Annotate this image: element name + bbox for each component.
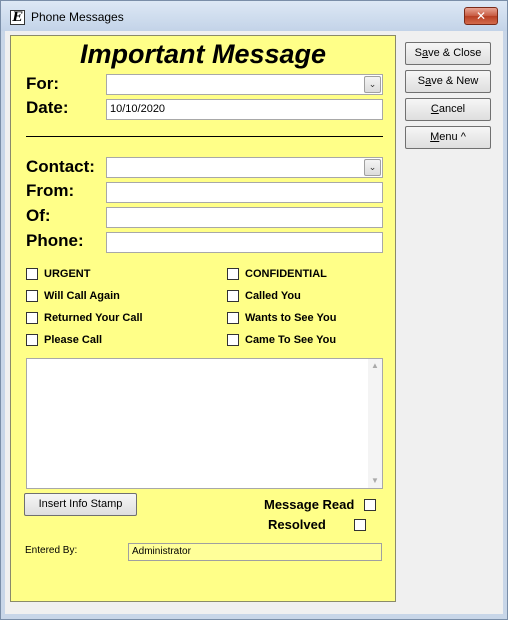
checkbox-please-call[interactable]: Please Call: [26, 334, 102, 346]
cancel-button[interactable]: Cancel: [405, 98, 491, 121]
checkbox-box[interactable]: [26, 290, 38, 302]
title-bar: E Phone Messages ✕: [1, 1, 507, 31]
date-label: Date:: [26, 98, 69, 117]
checkbox-label: Wants to See You: [245, 312, 337, 324]
of-field[interactable]: [106, 207, 383, 228]
resolved-row[interactable]: Resolved: [268, 517, 372, 532]
app-icon: E: [10, 10, 25, 25]
client-area: Important Message For: ⌄ Date: 10/10/202…: [5, 31, 503, 614]
save-new-label-pre: S: [417, 75, 426, 87]
message-read-row[interactable]: Message Read: [264, 497, 382, 512]
save-close-label-post: ve & Close: [428, 47, 482, 59]
checkbox-label: Came To See You: [245, 334, 337, 346]
checkbox-box[interactable]: [26, 268, 38, 280]
close-button[interactable]: ✕: [464, 7, 498, 25]
cancel-label-post: ancel: [438, 103, 466, 115]
phone-label: Phone:: [26, 231, 84, 250]
contact-label: Contact:: [26, 157, 95, 176]
message-body-textarea[interactable]: ▲ ▼: [26, 358, 383, 489]
for-combobox[interactable]: ⌄: [106, 74, 383, 95]
checkbox-called-you[interactable]: Called You: [227, 290, 301, 302]
checkbox-urgent[interactable]: URGENT: [26, 268, 90, 280]
date-field[interactable]: 10/10/2020: [106, 99, 383, 120]
checkbox-box[interactable]: [26, 334, 38, 346]
checkbox-label: Please Call: [44, 334, 103, 346]
scroll-up-icon[interactable]: ▲: [368, 359, 382, 373]
save-close-button[interactable]: Save & Close: [405, 42, 491, 65]
for-label: For:: [26, 74, 60, 93]
checkbox-box[interactable]: [227, 290, 239, 302]
checkbox-box[interactable]: [26, 312, 38, 324]
entered-by-label: Entered By:: [25, 545, 78, 556]
checkbox-returned-your-call[interactable]: Returned Your Call: [26, 312, 143, 324]
from-field[interactable]: [106, 182, 383, 203]
resolved-label: Resolved: [268, 517, 326, 532]
checkbox-wants-to-see-you[interactable]: Wants to See You: [227, 312, 336, 324]
message-form: Important Message For: ⌄ Date: 10/10/202…: [10, 35, 396, 602]
of-label: Of:: [26, 206, 51, 225]
checkbox-box[interactable]: [227, 268, 239, 280]
menu-accelerator: M: [430, 131, 440, 143]
checkbox-came-to-see-you[interactable]: Came To See You: [227, 334, 336, 346]
insert-info-stamp-button[interactable]: Insert Info Stamp: [24, 493, 137, 516]
contact-combobox[interactable]: ⌄: [106, 157, 383, 178]
menu-button[interactable]: Menu ^: [405, 126, 491, 149]
save-new-label-post: ve & New: [431, 75, 479, 87]
cancel-accelerator: C: [430, 103, 439, 115]
checkbox-label: CONFIDENTIAL: [245, 268, 327, 280]
checkbox-label: URGENT: [44, 268, 91, 280]
checkbox-label: Returned Your Call: [44, 312, 143, 324]
resolved-checkbox[interactable]: [353, 518, 366, 531]
save-new-button[interactable]: Save & New: [405, 70, 491, 93]
vertical-scrollbar[interactable]: ▲ ▼: [368, 359, 382, 488]
chevron-down-icon[interactable]: ⌄: [364, 159, 381, 176]
menu-label-post: enu ^: [439, 131, 466, 143]
save-close-label-pre: S: [414, 47, 422, 59]
checkbox-box[interactable]: [227, 334, 239, 346]
divider: [26, 136, 383, 137]
chevron-down-icon[interactable]: ⌄: [364, 76, 381, 93]
message-read-checkbox[interactable]: [364, 498, 377, 511]
scroll-down-icon[interactable]: ▼: [368, 474, 382, 488]
from-label: From:: [26, 181, 75, 200]
phone-field[interactable]: [106, 232, 383, 253]
checkbox-will-call-again[interactable]: Will Call Again: [26, 290, 120, 302]
phone-messages-window: E Phone Messages ✕ Important Message For…: [0, 0, 508, 620]
message-read-label: Message Read: [264, 497, 355, 512]
checkbox-box[interactable]: [227, 312, 239, 324]
checkbox-confidential[interactable]: CONFIDENTIAL: [227, 268, 327, 280]
checkbox-label: Called You: [245, 290, 301, 302]
window-title: Phone Messages: [31, 10, 124, 24]
entered-by-field: Administrator: [128, 543, 382, 561]
checkbox-label: Will Call Again: [44, 290, 120, 302]
form-heading: Important Message: [79, 39, 327, 69]
